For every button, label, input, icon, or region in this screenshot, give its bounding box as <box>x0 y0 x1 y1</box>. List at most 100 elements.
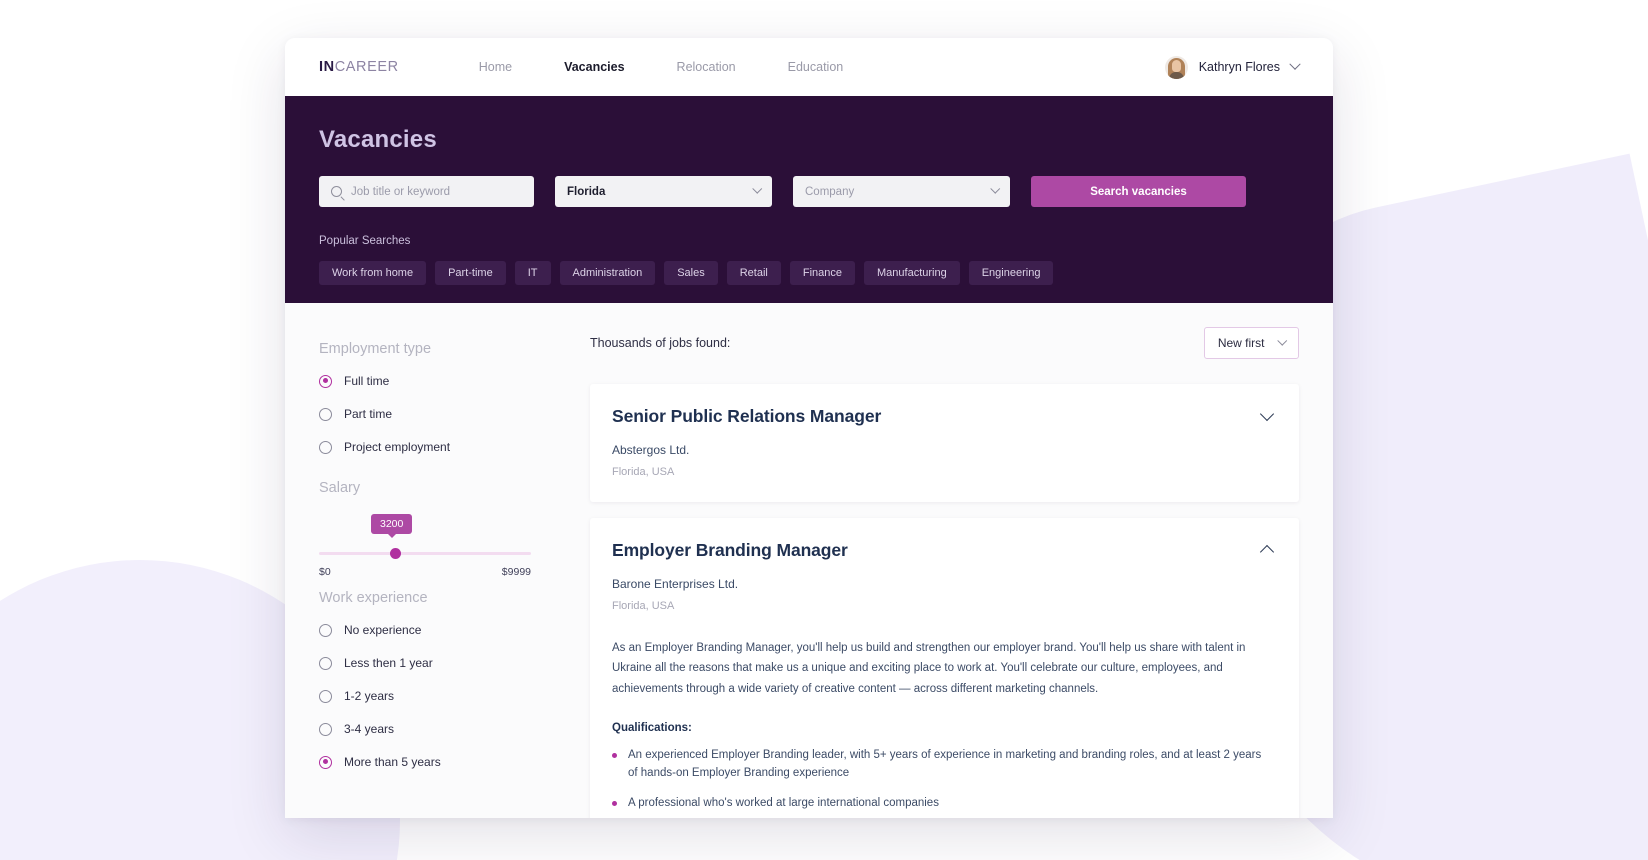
popular-searches-label: Popular Searches <box>319 235 411 247</box>
radio-label: Less then 1 year <box>344 656 433 670</box>
job-company: Abstergos Ltd. <box>612 443 690 457</box>
qualifications-heading: Qualifications: <box>612 722 692 735</box>
company-select[interactable]: Company <box>793 176 1010 207</box>
slider-handle[interactable] <box>390 548 401 559</box>
filters-sidebar: Employment type Full time Part time Proj… <box>319 327 554 818</box>
search-input[interactable]: Job title or keyword <box>351 186 450 198</box>
radio-label: More than 5 years <box>344 755 441 769</box>
job-title: Employer Branding Manager <box>612 540 848 560</box>
job-title: Senior Public Relations Manager <box>612 406 882 426</box>
salary-value-bubble: 3200 <box>371 514 413 538</box>
user-menu[interactable]: Kathryn Flores <box>1164 55 1301 79</box>
company-select-value: Company <box>805 185 855 198</box>
user-name: Kathryn Flores <box>1198 60 1280 74</box>
sort-dropdown[interactable]: New first <box>1203 327 1299 359</box>
radio-less-than-1-year[interactable]: Less then 1 year <box>319 656 554 670</box>
job-description: As an Employer Branding Manager, you'll … <box>612 642 1246 695</box>
work-experience-title: Work experience <box>319 590 428 606</box>
qualification-text: An experienced Employer Branding leader,… <box>628 749 1262 780</box>
radio-full-time[interactable]: Full time <box>319 374 554 388</box>
slider-range-labels: $0 $9999 <box>319 566 531 578</box>
app-window: INCAREER Home Vacancies Relocation Educa… <box>285 38 1333 818</box>
radio-label: Part time <box>344 407 393 421</box>
chevron-down-icon <box>990 184 1000 194</box>
logo-career: CAREER <box>334 59 399 75</box>
job-card-expanded[interactable]: Employer Branding Manager Barone Enterpr… <box>590 518 1299 818</box>
nav-link-education[interactable]: Education <box>788 60 844 74</box>
list-item: A professional who's worked at large int… <box>612 795 1273 813</box>
radio-icon <box>319 623 332 637</box>
tag-administration[interactable]: Administration <box>559 261 656 285</box>
radio-label: Full time <box>344 374 390 388</box>
work-experience-filter: Work experience No experience Less then … <box>319 590 554 769</box>
radio-project-employment[interactable]: Project employment <box>319 440 554 454</box>
tag-work-from-home[interactable]: Work from home <box>319 261 427 285</box>
chevron-down-icon <box>752 184 762 194</box>
results-header: Thousands of jobs found: New first <box>590 327 1299 359</box>
salary-slider[interactable]: 3200 $0 $9999 <box>319 514 554 578</box>
results-count-text: Thousands of jobs found: <box>590 336 731 350</box>
radio-more-than-5-years[interactable]: More than 5 years <box>319 755 554 769</box>
nav-links: Home Vacancies Relocation Education <box>479 60 844 74</box>
nav-link-relocation[interactable]: Relocation <box>677 60 736 74</box>
bullet-icon <box>612 801 617 807</box>
radio-icon <box>319 440 332 454</box>
page-title: Vacancies <box>319 126 437 153</box>
search-icon <box>331 186 342 197</box>
job-location: Florida, USA <box>612 600 675 612</box>
tag-finance[interactable]: Finance <box>789 261 855 285</box>
salary-min-label: $0 <box>319 566 331 578</box>
job-location: Florida, USA <box>612 466 675 478</box>
nav-link-home[interactable]: Home <box>479 60 512 74</box>
chevron-down-icon <box>1277 335 1287 345</box>
job-card[interactable]: Senior Public Relations Manager Abstergo… <box>590 384 1299 502</box>
collapse-toggle-icon[interactable] <box>1262 542 1273 553</box>
content-area: Employment type Full time Part time Proj… <box>285 303 1333 818</box>
search-input-wrapper[interactable]: Job title or keyword <box>319 176 534 207</box>
tag-engineering[interactable]: Engineering <box>968 261 1054 285</box>
radio-icon <box>319 722 332 736</box>
radio-3-4-years[interactable]: 3-4 years <box>319 722 554 736</box>
popular-search-tags: Work from home Part-time IT Administrati… <box>319 261 1299 285</box>
top-navigation-bar: INCAREER Home Vacancies Relocation Educa… <box>285 38 1333 96</box>
radio-part-time[interactable]: Part time <box>319 407 554 421</box>
search-vacancies-button[interactable]: Search vacancies <box>1031 176 1246 207</box>
employment-type-title: Employment type <box>319 341 432 357</box>
tag-part-time[interactable]: Part-time <box>435 261 506 285</box>
hero-section: Vacancies Job title or keyword Florida C… <box>285 96 1333 303</box>
radio-icon <box>319 407 332 421</box>
tag-manufacturing[interactable]: Manufacturing <box>864 261 960 285</box>
slider-track[interactable] <box>319 552 531 555</box>
job-company: Barone Enterprises Ltd. <box>612 577 739 591</box>
radio-icon <box>319 689 332 703</box>
logo-in: IN <box>319 59 335 75</box>
radio-label: Project employment <box>344 440 451 454</box>
salary-max-label: $9999 <box>501 566 531 578</box>
nav-link-vacancies[interactable]: Vacancies <box>564 60 624 74</box>
tag-sales[interactable]: Sales <box>664 261 718 285</box>
location-select[interactable]: Florida <box>555 176 772 207</box>
chevron-down-icon <box>1289 58 1301 70</box>
tag-it[interactable]: IT <box>514 261 551 285</box>
results-column: Thousands of jobs found: New first Senio… <box>554 327 1299 818</box>
location-select-value: Florida <box>567 185 606 198</box>
salary-filter: Salary 3200 $0 $9999 <box>319 480 554 578</box>
expand-toggle-icon[interactable] <box>1262 408 1273 419</box>
radio-icon-selected <box>319 374 332 388</box>
qualification-text: A professional who's worked at large int… <box>628 797 939 810</box>
salary-title: Salary <box>319 480 361 496</box>
radio-label: 3-4 years <box>344 722 395 736</box>
radio-icon <box>319 656 332 670</box>
radio-label: 1-2 years <box>344 689 395 703</box>
list-item: An experienced Employer Branding leader,… <box>612 747 1273 783</box>
radio-icon-selected <box>319 755 332 769</box>
logo[interactable]: INCAREER <box>319 59 399 75</box>
radio-1-2-years[interactable]: 1-2 years <box>319 689 554 703</box>
avatar <box>1164 55 1188 79</box>
radio-label: No experience <box>344 623 422 637</box>
search-bar: Job title or keyword Florida Company Sea… <box>319 176 1299 207</box>
radio-no-experience[interactable]: No experience <box>319 623 554 637</box>
sort-dropdown-value: New first <box>1217 336 1265 350</box>
bullet-icon <box>612 753 617 759</box>
tag-retail[interactable]: Retail <box>726 261 781 285</box>
